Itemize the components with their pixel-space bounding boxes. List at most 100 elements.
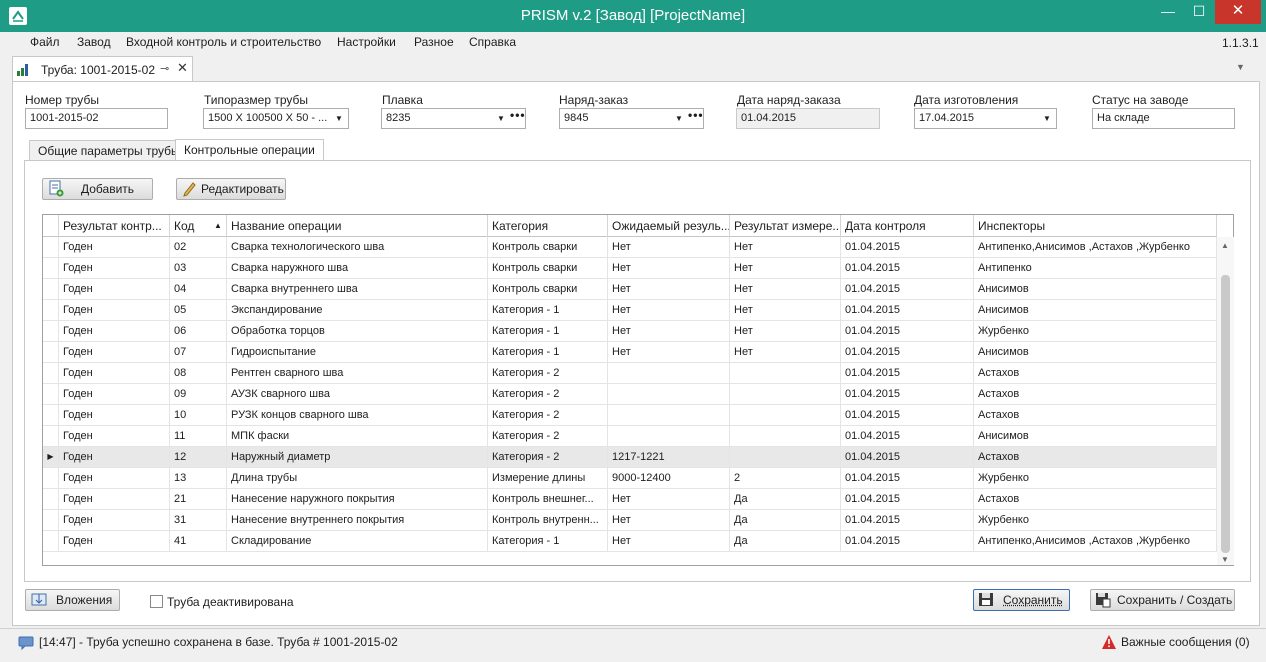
save-button[interactable]: Сохранить [973,589,1070,611]
tab-control-operations[interactable]: Контрольные операции [175,139,324,162]
column-header[interactable]: Дата контроля [841,215,974,237]
heat-select[interactable]: 8235 ▼ ••• [381,108,526,129]
row-indicator[interactable] [43,384,59,405]
cell-measured-result: Нет [730,258,841,279]
cell-code: 03 [170,258,227,279]
attachments-button[interactable]: Вложения [25,589,120,611]
cell-code: 11 [170,426,227,447]
pipe-number-input[interactable]: 1001-2015-02 [25,108,168,129]
scroll-up-icon[interactable]: ▲ [1221,241,1229,250]
table-row[interactable]: Годен 08 Рентген сварного шва Категория - 2… [43,363,1217,384]
row-indicator[interactable] [43,279,59,300]
status-bar: [14:47] - Труба успешно сохранена в базе… [0,628,1266,662]
cell-code: 08 [170,363,227,384]
table-row[interactable]: Годен 10 РУЗК концов сварного шва Категория… [43,405,1217,426]
save-and-create-button[interactable]: Сохранить / Создать [1090,589,1235,611]
menu-help[interactable]: Справка [469,35,516,49]
pin-icon[interactable]: ⊸ [160,62,169,75]
work-order-select[interactable]: 9845 ▼ ••• [559,108,704,129]
row-indicator[interactable] [43,489,59,510]
table-row[interactable]: Годен 04 Сварка внутреннего шва Контроль св… [43,279,1217,300]
cell-measured-result [730,384,841,405]
cell-control-date: 01.04.2015 [841,531,974,552]
menu-misc[interactable]: Разное [414,35,454,49]
column-header[interactable]: Инспекторы [974,215,1217,237]
cell-expected-result [608,405,730,426]
row-indicator[interactable] [43,531,59,552]
table-row[interactable]: Годен 31 Нанесение внутреннего покрытия Кон… [43,510,1217,531]
table-row[interactable]: Годен 11 МПК фаски Категория - 2 01.04.2015 А… [43,426,1217,447]
row-indicator[interactable] [43,510,59,531]
row-indicator[interactable] [43,258,59,279]
column-header[interactable]: Результат контр... [59,215,170,237]
row-indicator[interactable] [43,405,59,426]
table-row[interactable]: Годен 02 Сварка технологического шва Контро… [43,237,1217,258]
row-indicator[interactable] [43,363,59,384]
manufacture-date-picker[interactable]: 17.04.2015 ▼ [914,108,1057,129]
scrollbar-thumb[interactable] [1221,275,1230,553]
manufacture-date-label: Дата изготовления [914,93,1019,107]
chevron-down-icon[interactable]: ▼ [335,109,343,128]
cell-category: Контроль внешнег... [488,489,608,510]
column-header[interactable]: Код ▲ [170,215,227,237]
work-order-date-field: 01.04.2015 [736,108,880,129]
row-indicator[interactable] [43,321,59,342]
table-row[interactable]: Годен 09 АУЗК сварного шва Категория - 2 01.… [43,384,1217,405]
cell-operation-name: Нанесение внутреннего покрытия [227,510,488,531]
tabs-dropdown-icon[interactable]: ▼ [1236,62,1245,72]
row-indicator[interactable] [43,237,59,258]
work-order-value: 9845 [564,112,589,124]
more-icon[interactable]: ••• [688,106,704,125]
minimize-button[interactable]: — [1153,0,1183,24]
plant-status-field[interactable]: На складе [1092,108,1235,129]
chevron-down-icon[interactable]: ▼ [675,109,683,128]
table-row[interactable]: Годен 03 Сварка наружного шва Контроль свар… [43,258,1217,279]
table-row[interactable]: Годен 05 Экспандирование Категория - 1 Нет Не… [43,300,1217,321]
tab-general-params[interactable]: Общие параметры трубы [29,140,189,162]
close-window-button[interactable]: ✕ [1215,0,1261,24]
table-row[interactable]: Годен 21 Нанесение наружного покрытия Контр… [43,489,1217,510]
table-row[interactable]: ▶ Годен 12 Наружный диаметр Категория - 2 121… [43,447,1217,468]
menu-plant[interactable]: Завод [77,35,111,49]
cell-result: Годен [59,489,170,510]
cell-inspectors: Астахов [974,489,1217,510]
cell-category: Категория - 2 [488,426,608,447]
vertical-scrollbar[interactable]: ▲ ▼ [1217,237,1234,565]
scroll-down-icon[interactable]: ▼ [1221,555,1229,564]
table-row[interactable]: Годен 06 Обработка торцов Категория - 1 Нет Н… [43,321,1217,342]
table-row[interactable]: Годен 13 Длина трубы Измерение длины 9000-12… [43,468,1217,489]
edit-button[interactable]: Редактировать [176,178,286,200]
row-indicator[interactable] [43,426,59,447]
pipe-size-select[interactable]: 1500 X 100500 X 50 - ... ▼ [203,108,349,129]
header-indicator [43,215,59,237]
maximize-button[interactable]: ☐ [1184,0,1214,24]
close-tab-icon[interactable]: ✕ [177,60,188,76]
document-tab[interactable]: Труба: 1001-2015-02 ⊸ ✕ [12,56,193,81]
cell-inspectors: Журбенко [974,321,1217,342]
cell-control-date: 01.04.2015 [841,258,974,279]
chevron-down-icon[interactable]: ▼ [1043,109,1051,128]
important-messages-link[interactable]: Важные сообщения (0) [1121,635,1250,649]
menu-file[interactable]: Файл [30,35,60,49]
row-indicator[interactable] [43,468,59,489]
pipe-size-label: Типоразмер трубы [204,93,308,107]
column-header[interactable]: Название операции [227,215,488,237]
chevron-down-icon[interactable]: ▼ [497,109,505,128]
column-header[interactable]: Ожидаемый резуль... [608,215,730,237]
table-row[interactable]: Годен 41 Складирование Категория - 1 Нет Да 01… [43,531,1217,552]
column-header[interactable]: Результат измере... [730,215,841,237]
row-indicator[interactable] [43,342,59,363]
menu-incoming-control[interactable]: Входной контроль и строительство [126,35,321,49]
cell-code: 09 [170,384,227,405]
deactivated-checkbox[interactable] [150,595,163,608]
work-order-date-label: Дата наряд-заказа [737,93,841,107]
more-icon[interactable]: ••• [510,106,526,125]
pipe-size-value: 1500 X 100500 X 50 - ... [208,112,328,124]
table-row[interactable]: Годен 07 Гидроиспытание Категория - 1 Нет Нет… [43,342,1217,363]
add-button[interactable]: Добавить [42,178,153,200]
menu-settings[interactable]: Настройки [337,35,396,49]
row-indicator[interactable] [43,300,59,321]
floppy-disk-icon [978,590,994,614]
column-header[interactable]: Категория [488,215,608,237]
row-indicator[interactable]: ▶ [43,447,59,468]
